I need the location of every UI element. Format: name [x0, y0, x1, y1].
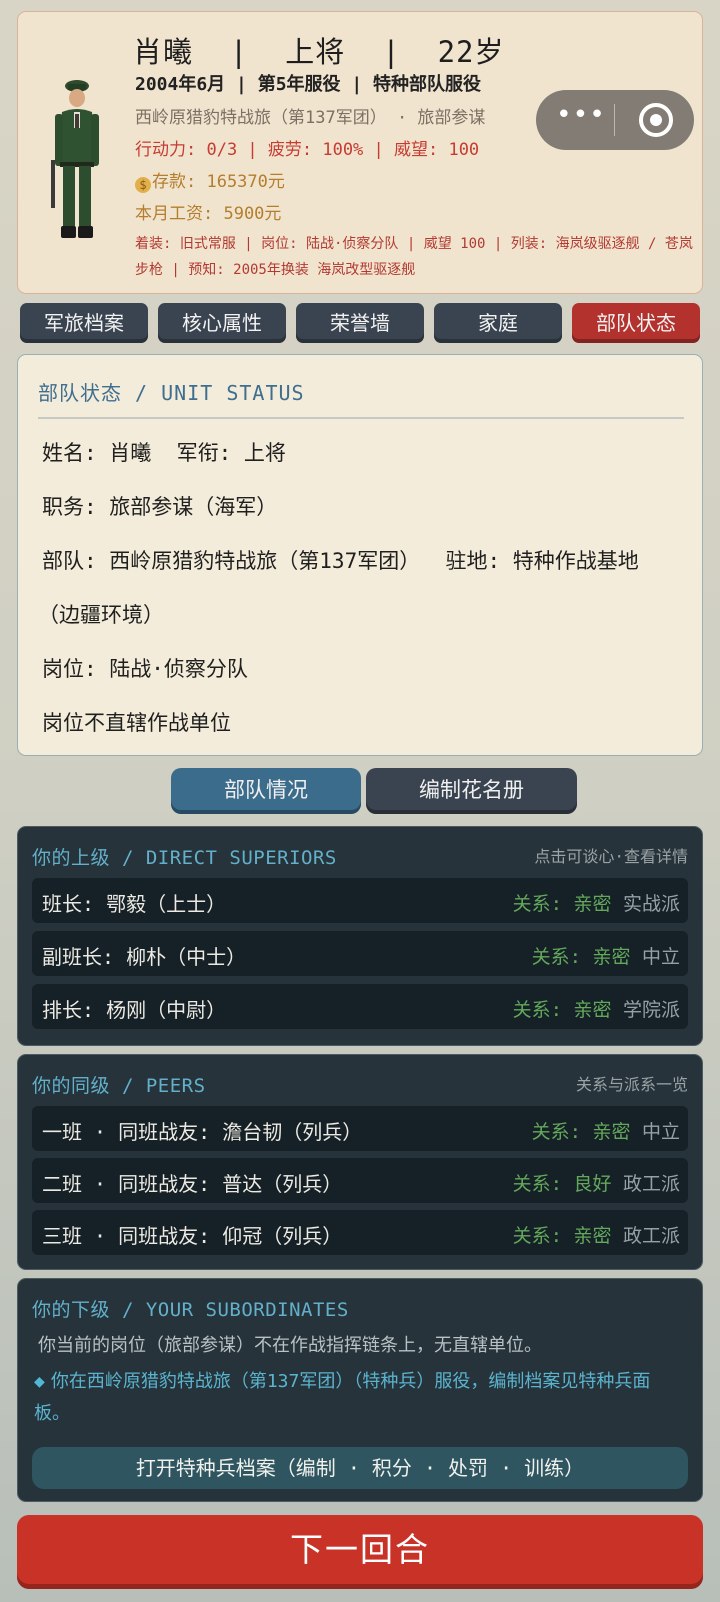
superiors-panel: 你的上级 / DIRECT SUPERIORS 点击可谈心·查看详情 班长: 鄂… [17, 826, 703, 1046]
unit-status-divider [38, 417, 684, 419]
money-bag-icon: $ [135, 177, 151, 193]
peers-title: 你的同级 / PEERS [32, 1075, 206, 1097]
subordinates-note: 你当前的岗位（旅部参谋）不在作战指挥链条上，无直辖单位。 [38, 1335, 542, 1356]
peer-row[interactable]: 一班 · 同班战友: 澹台韧（列兵） 关系: 亲密 中立 [32, 1106, 688, 1151]
diamond-icon: ◆ [34, 1371, 45, 1392]
tab-core-attributes[interactable]: 核心属性 [158, 303, 286, 343]
more-dots-icon[interactable]: ••• [556, 102, 605, 132]
status-command-note: 岗位不直辖作战单位 [42, 711, 231, 735]
subordinates-title: 你的下级 / YOUR SUBORDINATES [32, 1299, 349, 1321]
tab-unit-status[interactable]: 部队状态 [572, 303, 700, 343]
profile-unit: 西岭原猎豹特战旅（第137军团） · 旅部参谋 [135, 108, 486, 128]
peer-row[interactable]: 二班 · 同班战友: 普达（列兵） 关系: 良好 政工派 [32, 1158, 688, 1203]
peer-relation: 关系: 亲密 政工派 [512, 1225, 680, 1247]
next-turn-button[interactable]: 下一回合 [17, 1515, 703, 1589]
peer-row[interactable]: 三班 · 同班战友: 仰冠（列兵） 关系: 亲密 政工派 [32, 1210, 688, 1255]
tab-honor-wall[interactable]: 荣誉墙 [296, 303, 424, 343]
money-text: 存款: 165370元 [152, 172, 285, 192]
superiors-title: 你的上级 / DIRECT SUPERIORS [32, 847, 337, 869]
status-position: 职务: 旅部参谋（海军） [42, 495, 278, 519]
unit-status-panel: 部队状态 / UNIT STATUS 姓名: 肖曦 军衔: 上将 职务: 旅部参… [17, 354, 703, 756]
open-special-forces-archive-button[interactable]: 打开特种兵档案（编制 · 积分 · 处罚 · 训练） [32, 1447, 688, 1489]
main-tabs: 军旅档案 核心属性 荣誉墙 家庭 部队状态 [20, 303, 700, 343]
tab-military-archive[interactable]: 军旅档案 [20, 303, 148, 343]
superior-row[interactable]: 班长: 鄂毅（上士） 关系: 亲密 实战派 [32, 878, 688, 923]
profile-stats: 行动力: 0/3 | 疲劳: 100% | 威望: 100 [135, 140, 480, 160]
unit-status-title: 部队状态 / UNIT STATUS [38, 381, 305, 405]
profile-money: $ 存款: 165370元 [135, 167, 285, 193]
superior-name: 班长: 鄂毅（上士） [42, 892, 227, 916]
superior-relation: 关系: 亲密 中立 [531, 946, 680, 968]
subordinates-info: ◆ 你在西岭原猎豹特战旅（第137军团）（特种兵）服役，编制档案见特种兵面板。 [34, 1371, 651, 1424]
peers-panel: 你的同级 / PEERS 关系与派系一览 一班 · 同班战友: 澹台韧（列兵） … [17, 1054, 703, 1270]
subtab-roster[interactable]: 编制花名册 [366, 768, 577, 814]
profile-equipment: 着装: 旧式常服 | 岗位: 陆战·侦察分队 | 威望 100 | 列装: 海岚… [135, 236, 693, 278]
soldier-avatar-icon [51, 80, 99, 238]
subordinates-panel: 你的下级 / YOUR SUBORDINATES 你当前的岗位（旅部参谋）不在作… [17, 1278, 703, 1502]
status-unit-station: 部队: 西岭原猎豹特战旅（第137军团） 驻地: 特种作战基地 [42, 549, 639, 573]
profile-salary: 本月工资: 5900元 [135, 204, 282, 224]
superior-row[interactable]: 排长: 杨刚（中尉） 关系: 亲密 学院派 [32, 984, 688, 1029]
tab-family[interactable]: 家庭 [434, 303, 562, 343]
peers-hint: 关系与派系一览 [575, 1075, 688, 1094]
superior-relation: 关系: 亲密 实战派 [512, 893, 680, 915]
target-close-icon[interactable] [639, 103, 673, 137]
peer-name: 二班 · 同班战友: 普达（列兵） [42, 1172, 343, 1196]
profile-name-rank-age: 肖曦 | 上将 | 22岁 [133, 35, 505, 69]
superior-name: 排长: 杨刚（中尉） [42, 998, 227, 1022]
subtab-unit-situation[interactable]: 部队情况 [171, 768, 361, 814]
superiors-hint: 点击可谈心·查看详情 [534, 847, 688, 866]
superior-name: 副班长: 柳朴（中士） [42, 945, 247, 969]
superior-relation: 关系: 亲密 学院派 [512, 999, 680, 1021]
status-post: 岗位: 陆战·侦察分队 [42, 657, 248, 681]
profile-card: 肖曦 | 上将 | 22岁 2004年6月 | 第5年服役 | 特种部队服役 西… [17, 11, 703, 294]
peer-name: 一班 · 同班战友: 澹台韧（列兵） [42, 1120, 363, 1144]
status-name-rank: 姓名: 肖曦 军衔: 上将 [42, 441, 286, 465]
status-environment: （边疆环境） [38, 603, 164, 627]
capsule-divider [614, 104, 615, 136]
peer-relation: 关系: 亲密 中立 [531, 1121, 680, 1143]
profile-service: 2004年6月 | 第5年服役 | 特种部队服役 [135, 74, 482, 95]
superior-row[interactable]: 副班长: 柳朴（中士） 关系: 亲密 中立 [32, 931, 688, 976]
miniprogram-capsule: ••• [536, 90, 694, 150]
peer-name: 三班 · 同班战友: 仰冠（列兵） [42, 1224, 343, 1248]
peer-relation: 关系: 良好 政工派 [512, 1173, 680, 1195]
